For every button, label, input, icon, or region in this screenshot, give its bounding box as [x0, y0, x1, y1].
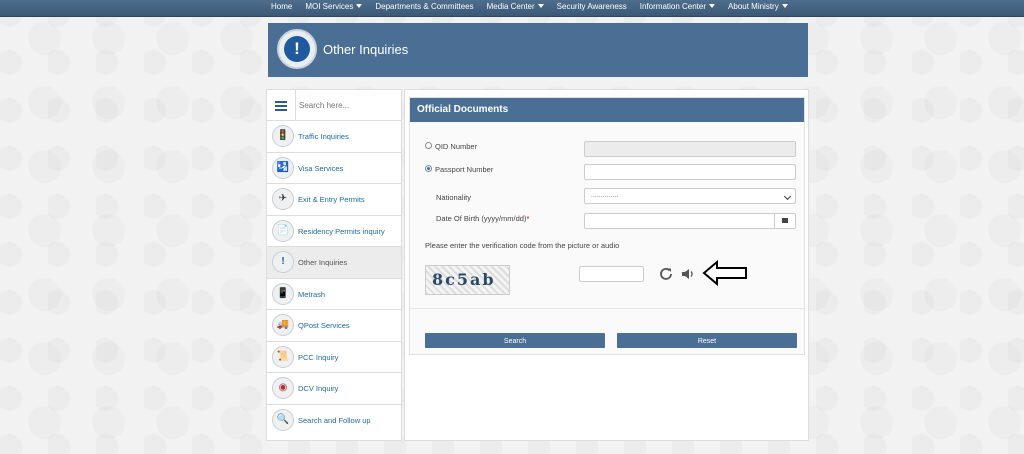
search-person-icon: 🔍	[272, 408, 294, 431]
hamburger-menu-icon[interactable]	[267, 90, 296, 120]
search-button[interactable]: Search	[425, 333, 605, 348]
caret-down-icon	[537, 4, 544, 8]
sidebar-search	[267, 90, 401, 121]
dob-input[interactable]	[584, 213, 796, 229]
truck-icon: 🚚	[272, 314, 294, 336]
traffic-light-icon: 🚦	[272, 125, 294, 147]
nav-home[interactable]: Home	[271, 0, 299, 14]
page-title: Other Inquiries	[323, 42, 409, 57]
nav-departments[interactable]: Departments & Committees	[375, 0, 480, 14]
sidebar-item-residency-permits[interactable]: 📄 Residency Permits inquiry	[267, 216, 401, 247]
official-documents-form: Official Documents QID Number Passport N…	[409, 97, 805, 355]
passport-label: Passport Number	[435, 165, 494, 174]
main-panel: Official Documents QID Number Passport N…	[404, 89, 809, 441]
caret-down-icon	[356, 4, 363, 8]
certificate-icon: 📜	[272, 345, 294, 368]
qid-input[interactable]	[584, 141, 796, 157]
sidebar-item-exit-entry-permits[interactable]: ✈ Exit & Entry Permits	[267, 184, 401, 216]
sidebar-item-other-inquiries[interactable]: ! Other Inquiries	[267, 247, 401, 279]
nav-about-ministry[interactable]: About Ministry	[728, 0, 795, 14]
info-exclamation-icon: !	[277, 29, 317, 69]
passport-input[interactable]	[584, 164, 796, 180]
nav-media-center[interactable]: Media Center	[487, 0, 551, 14]
phone-icon: 📱	[272, 282, 294, 305]
airplane-icon: ✈	[272, 188, 294, 210]
chevron-down-icon	[783, 192, 792, 201]
visa-icon: 🛂	[272, 156, 294, 179]
passport-radio[interactable]	[425, 165, 432, 172]
sidebar: 🚦 Traffic Inquiries 🛂 Visa Services ✈ Ex…	[266, 89, 402, 441]
sidebar-item-metrash[interactable]: 📱 Metrash	[267, 279, 401, 310]
sidebar-item-search-follow-up[interactable]: 🔍 Search and Follow up	[267, 405, 401, 437]
refresh-icon[interactable]	[658, 266, 674, 282]
sidebar-item-pcc-inquiry[interactable]: 📜 PCC Inquiry	[267, 342, 401, 373]
sidebar-search-input[interactable]	[297, 96, 397, 114]
captcha-input[interactable]	[579, 266, 644, 282]
sidebar-item-visa-services[interactable]: 🛂 Visa Services	[267, 153, 401, 184]
caret-down-icon	[709, 4, 716, 8]
audio-speaker-icon[interactable]	[680, 266, 696, 282]
form-divider	[410, 308, 804, 309]
dob-label: Date Of Birth (yyyy/mm/dd)*	[436, 214, 530, 223]
calendar-icon[interactable]	[774, 214, 795, 228]
form-title: Official Documents	[417, 104, 509, 115]
caret-down-icon	[781, 4, 788, 8]
exclamation-icon: !	[272, 251, 294, 273]
sidebar-item-traffic-inquiries[interactable]: 🚦 Traffic Inquiries	[267, 121, 401, 153]
qid-label: QID Number	[435, 142, 478, 151]
nav-information-center[interactable]: Information Center	[640, 0, 722, 14]
form-header: Official Documents	[410, 98, 804, 122]
verification-instructions: Please enter the verification code from …	[425, 241, 620, 250]
residency-icon: 📄	[272, 219, 294, 242]
nationality-value: ..............	[591, 192, 619, 199]
page-banner: ! Other Inquiries	[268, 23, 808, 77]
reset-button[interactable]: Reset	[617, 333, 797, 348]
sidebar-item-dcv-inquiry[interactable]: ◉ DCV Inquiry	[267, 373, 401, 405]
nav-moi-services[interactable]: MOI Services	[305, 0, 369, 14]
fingerprint-icon: ◉	[272, 377, 294, 399]
nav-security-awareness[interactable]: Security Awareness	[557, 0, 634, 14]
nationality-select[interactable]: ..............	[584, 188, 796, 204]
captcha-image: 8c5ab	[425, 265, 510, 295]
sidebar-item-qpost-services[interactable]: 🚚 QPost Services	[267, 310, 401, 342]
top-navigation: Home MOI Services Departments & Committe…	[0, 0, 1024, 17]
nationality-label: Nationality	[436, 193, 472, 202]
qid-radio[interactable]	[425, 142, 432, 149]
arrow-pointer-icon	[702, 260, 747, 286]
